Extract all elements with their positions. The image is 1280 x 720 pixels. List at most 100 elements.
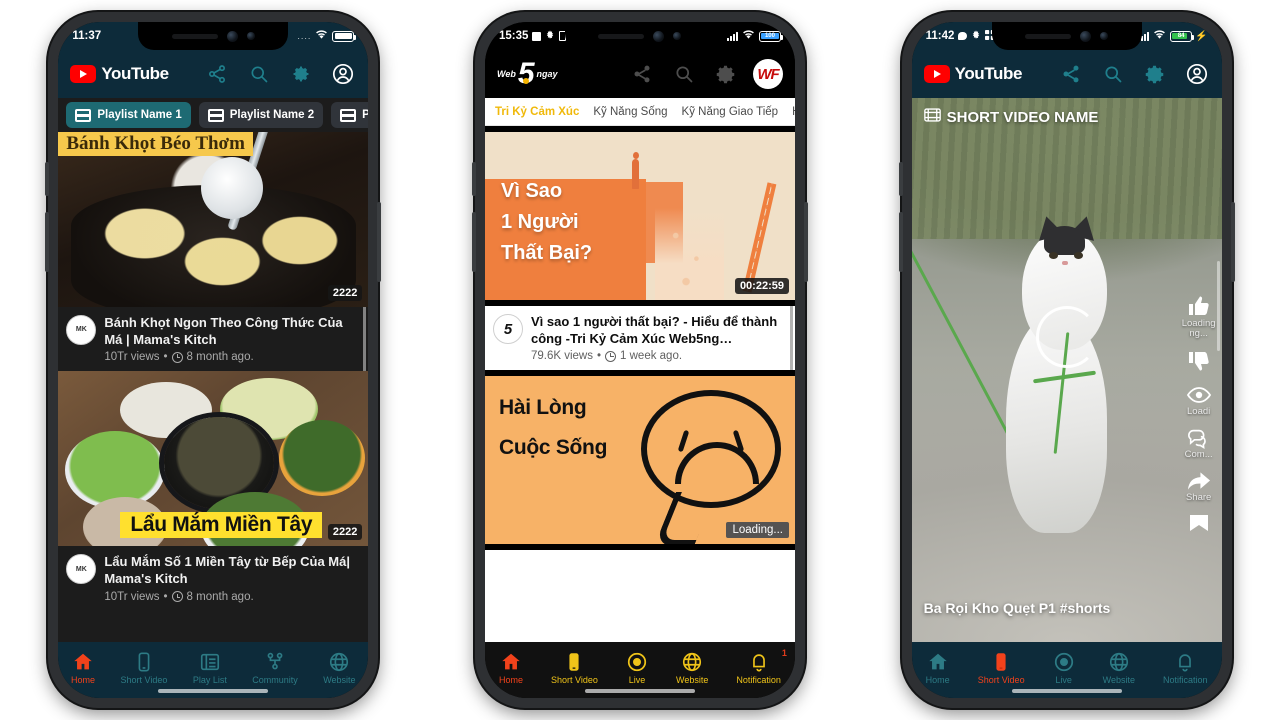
video-card[interactable]: Bánh Khọt Béo Thơm 2222 MK Bánh Khọt Ngo… [58, 132, 369, 371]
notch [138, 22, 289, 50]
nav-notification[interactable]: Notification [1163, 651, 1208, 685]
channel-avatar[interactable]: 5 [492, 314, 523, 344]
video-card[interactable]: Lẩu Mắm Miền Tây 2222 MK Lẩu Mắm Số 1 Mi… [58, 371, 369, 610]
view-count: 79.6K views [530, 350, 593, 363]
nav-home[interactable]: Home [926, 651, 950, 685]
volume-button-down[interactable] [471, 212, 476, 272]
search-icon[interactable] [1100, 61, 1126, 87]
volume-button-up[interactable] [45, 162, 50, 196]
nav-website[interactable]: Website [676, 651, 708, 685]
wifi-icon [741, 29, 756, 43]
account-icon[interactable] [330, 61, 356, 87]
search-icon[interactable] [671, 61, 697, 87]
web5ngay-logo: Web 5 ngay [497, 59, 558, 88]
video-age: 8 month ago. [186, 590, 254, 603]
app-header: Web 5 ngay WF [484, 50, 795, 98]
nav-home[interactable]: Home [71, 651, 95, 685]
search-icon[interactable] [246, 61, 272, 87]
short-caption: Ba Rọi Kho Quẹt P1 #shorts [923, 600, 1111, 616]
volume-button-up[interactable] [898, 162, 903, 196]
nav-play-list[interactable]: Play List [193, 651, 227, 685]
gear-icon[interactable] [288, 61, 314, 87]
youtube-logo: YouTube [923, 64, 1023, 84]
playlist-chip-row[interactable]: Playlist Name 1 Playlist Name 2 Playlist… [58, 98, 369, 132]
screenshot-stage: 11:37 .... YouTube Playlist Name 1 Playl… [0, 0, 1280, 720]
playlist-feed[interactable]: Bánh Khọt Béo Thơm 2222 MK Bánh Khọt Ngo… [58, 132, 369, 642]
dislike-action[interactable] [1187, 349, 1211, 374]
gear-icon[interactable] [1142, 61, 1168, 87]
thumbnail-overlay-title: Lẩu Mắm Miền Tây [120, 512, 323, 539]
video-feed[interactable]: Vì Sao 1 Người Thất Bại? 00:22:59 5 Vì s… [484, 126, 795, 642]
share-action[interactable]: Share [1186, 470, 1211, 503]
category-tab-row[interactable]: Tri Kỷ Cảm Xúc Kỹ Năng Sống Kỹ Năng Giao… [484, 98, 795, 126]
view-action[interactable]: Loadi [1186, 384, 1211, 417]
overlay-line-2: Thất Bại? [500, 241, 593, 264]
nav-label: Home [499, 675, 524, 685]
comment-action[interactable]: Com... [1185, 427, 1213, 460]
video-thumbnail[interactable]: Bánh Khọt Béo Thơm 2222 [58, 132, 369, 307]
gear-icon [971, 29, 981, 43]
nav-home[interactable]: Home [499, 651, 523, 685]
nav-notification[interactable]: 1 Notification [736, 648, 787, 685]
nav-website[interactable]: Website [323, 651, 356, 685]
volume-button-up[interactable] [471, 162, 476, 196]
channel-avatar[interactable]: MK [66, 315, 97, 345]
playlist-chip-3[interactable]: Playlist N [331, 102, 369, 128]
video-title[interactable]: Vì sao 1 người thất bại? - Hiểu để thành… [531, 314, 787, 347]
status-signal-dots: .... [297, 31, 312, 41]
front-camera-icon [1080, 30, 1092, 42]
playlist-chip-2[interactable]: Playlist Name 2 [198, 102, 324, 128]
video-title[interactable]: Bánh Khọt Ngon Theo Công Thức Của Má | M… [104, 315, 360, 348]
battery-level: 84 [1177, 32, 1185, 39]
home-indicator [158, 689, 269, 693]
cat-eye-left [1049, 251, 1059, 259]
video-card[interactable]: Vì Sao 1 Người Thất Bại? 00:22:59 5 Vì s… [484, 126, 795, 370]
nav-label: Notification [1163, 675, 1208, 685]
video-thumbnail[interactable]: Hài Lòng Cuộc Sống Loading... [484, 370, 795, 551]
view-label: Loadi [1187, 405, 1211, 417]
avatar[interactable]: WF [752, 59, 783, 89]
scrollbar[interactable] [1216, 261, 1220, 352]
save-action[interactable] [1187, 513, 1211, 534]
nav-website[interactable]: Website [1103, 651, 1135, 685]
battery-icon: 84 [1170, 30, 1195, 42]
nav-label: Home [71, 675, 96, 685]
nav-short-video[interactable]: Short Video [121, 651, 167, 685]
video-card[interactable]: Hài Lòng Cuộc Sống Loading... [484, 370, 795, 551]
nav-live[interactable]: Live [1053, 651, 1075, 685]
category-tab-3[interactable]: Học Làm Ch [792, 106, 795, 118]
nav-label: Website [323, 675, 356, 685]
nav-short-video[interactable]: Short Video [551, 651, 598, 685]
playlist-chip-1[interactable]: Playlist Name 1 [66, 102, 191, 128]
video-thumbnail[interactable]: Vì Sao 1 Người Thất Bại? 00:22:59 [484, 126, 795, 306]
video-title[interactable]: Lẩu Mắm Số 1 Miền Tây từ Bếp Của Má| Mam… [104, 554, 360, 587]
screenshot-icon [532, 31, 542, 41]
category-tab-1[interactable]: Kỹ Năng Sống [593, 106, 667, 118]
cake-shapes [58, 132, 369, 307]
app-header: YouTube [911, 50, 1222, 98]
share-icon[interactable] [1058, 61, 1084, 87]
cat-head-patch [1044, 226, 1085, 256]
category-tab-2[interactable]: Kỹ Năng Giao Tiếp [682, 106, 779, 118]
video-thumbnail[interactable]: Lẩu Mắm Miền Tây 2222 [58, 371, 369, 547]
short-video-player[interactable]: SHORT VIDEO NAME Loading ng... Loadi Com… [911, 98, 1222, 642]
category-tab-0[interactable]: Tri Kỷ Cảm Xúc [495, 106, 579, 118]
nav-live[interactable]: Live [626, 651, 648, 685]
brand-label: YouTube [954, 64, 1023, 83]
account-icon[interactable] [1184, 61, 1210, 87]
speech-bubble-face-icon [640, 390, 781, 545]
share-icon[interactable] [629, 61, 655, 87]
nav-label: Community [252, 675, 298, 685]
like-action[interactable]: Loading ng... [1182, 294, 1216, 339]
volume-button-down[interactable] [898, 212, 903, 272]
film-icon [923, 108, 941, 126]
gear-icon[interactable] [713, 61, 739, 87]
playlist-chip-label: Playlist N [362, 109, 369, 121]
short-action-rail[interactable]: Loading ng... Loadi Com... Share [1182, 294, 1216, 542]
nav-short-video[interactable]: Short Video [978, 651, 1025, 685]
share-icon[interactable] [204, 61, 230, 87]
nav-community[interactable]: Community [252, 651, 298, 685]
clock-icon [171, 591, 183, 602]
channel-avatar[interactable]: MK [66, 554, 97, 585]
volume-button-down[interactable] [45, 212, 50, 272]
